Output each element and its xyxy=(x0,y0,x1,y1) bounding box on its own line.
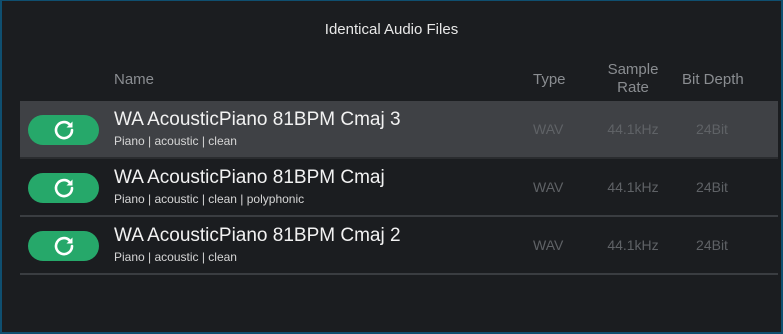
identical-audio-files-dialog: Identical Audio Files Name Type Sample R… xyxy=(0,0,783,334)
reload-button[interactable] xyxy=(28,231,99,261)
dialog-title: Identical Audio Files xyxy=(324,21,459,38)
file-sample-rate: 44.1kHz xyxy=(607,121,659,137)
file-sample-rate: 44.1kHz xyxy=(607,179,659,195)
column-header-bit-depth[interactable]: Bit Depth xyxy=(682,71,744,88)
file-tags: Piano | acoustic | clean xyxy=(114,134,237,148)
file-name: WA AcousticPiano 81BPM Cmaj 3 xyxy=(114,109,401,130)
file-name: WA AcousticPiano 81BPM Cmaj xyxy=(114,167,385,188)
reload-icon xyxy=(54,178,73,198)
column-header-name[interactable]: Name xyxy=(114,71,154,88)
file-bit-depth: 24Bit xyxy=(696,121,728,137)
table-row[interactable]: WA AcousticPiano 81BPM Cmaj 3 Piano | ac… xyxy=(20,101,778,159)
file-type: WAV xyxy=(533,179,564,195)
reload-button[interactable] xyxy=(28,173,99,203)
file-type: WAV xyxy=(533,237,564,253)
file-bit-depth: 24Bit xyxy=(696,237,728,253)
file-type: WAV xyxy=(533,121,564,137)
table-header: Name Type Sample Rate Bit Depth xyxy=(2,59,781,101)
table-row[interactable]: WA AcousticPiano 81BPM Cmaj Piano | acou… xyxy=(20,159,778,217)
file-tags: Piano | acoustic | clean xyxy=(114,250,237,264)
table-row[interactable]: WA AcousticPiano 81BPM Cmaj 2 Piano | ac… xyxy=(20,217,778,275)
reload-button[interactable] xyxy=(28,115,99,145)
column-header-type[interactable]: Type xyxy=(533,71,566,88)
file-tags: Piano | acoustic | clean | polyphonic xyxy=(114,192,305,206)
file-bit-depth: 24Bit xyxy=(696,179,728,195)
column-header-sample-rate[interactable]: Sample Rate xyxy=(602,61,664,97)
reload-icon xyxy=(54,120,73,140)
file-sample-rate: 44.1kHz xyxy=(607,237,659,253)
reload-icon xyxy=(54,236,73,256)
file-name: WA AcousticPiano 81BPM Cmaj 2 xyxy=(114,225,401,246)
